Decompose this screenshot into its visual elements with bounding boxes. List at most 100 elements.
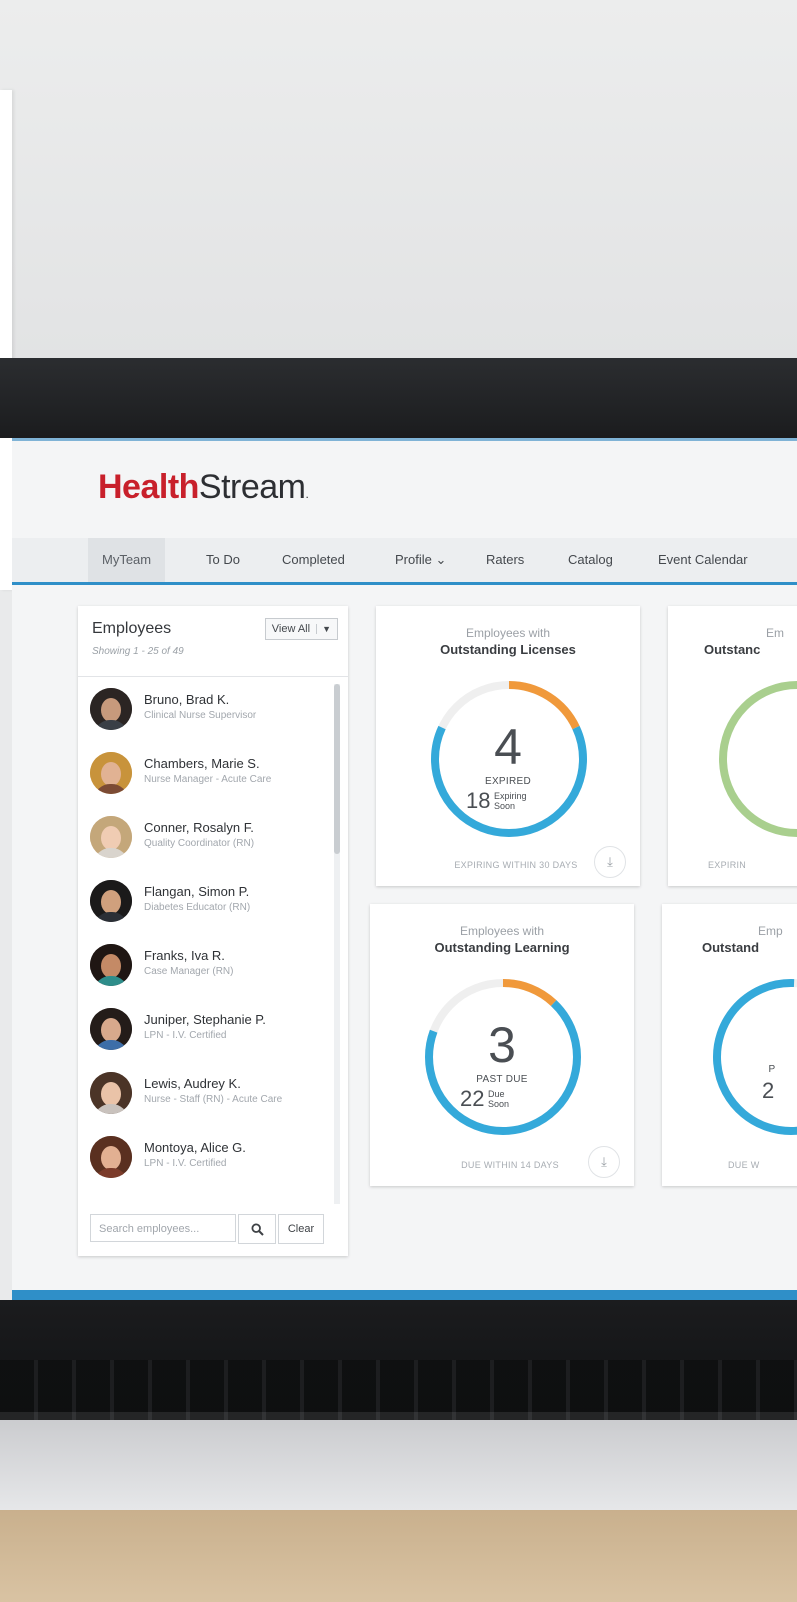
employee-title: LPN - I.V. Certified <box>144 1030 227 1041</box>
avatar-body <box>94 1168 128 1178</box>
card-title: Outstanc <box>704 642 761 657</box>
employee-row[interactable]: Conner, Rosalyn F. Quality Coordinator (… <box>78 810 330 874</box>
search-employees-input[interactable]: Search employees... <box>90 1214 236 1242</box>
avatar <box>90 816 132 858</box>
avatar-body <box>94 848 128 858</box>
brand-logo-primary: Health <box>98 468 199 506</box>
avatar <box>90 1072 132 1114</box>
nav-tab-todo[interactable]: To Do <box>206 538 240 582</box>
scrollbar-thumb[interactable] <box>334 684 340 854</box>
employee-title: Case Manager (RN) <box>144 966 234 977</box>
card-subtitle: Em <box>766 626 784 640</box>
past-due-count: 3 <box>488 1017 516 1073</box>
employees-heading: Employees <box>92 620 172 637</box>
avatar-face <box>101 698 121 722</box>
card-title: Outstand <box>702 940 760 955</box>
employee-title: Nurse - Staff (RN) - Acute Care <box>144 1094 283 1105</box>
employee-name: Flangan, Simon P. <box>144 884 250 899</box>
nav-tab-raters[interactable]: Raters <box>486 538 524 582</box>
brand-logo-mark: . <box>305 487 309 501</box>
employee-row[interactable]: Montoya, Alice G. LPN - I.V. Certified <box>78 1130 330 1194</box>
learning-card: Employees with Outstanding Learning 3 PA… <box>370 904 634 1186</box>
employee-title: Quality Coordinator (RN) <box>144 838 255 849</box>
download-button[interactable]: ⤓ <box>588 1146 620 1178</box>
employee-name: Montoya, Alice G. <box>144 1140 246 1155</box>
avatar-face <box>101 954 121 978</box>
employees-panel: Employees Showing 1 - 25 of 49 View All ▼… <box>78 606 348 1256</box>
avatar-body <box>94 912 128 922</box>
wooden-table <box>0 1510 797 1602</box>
employee-row[interactable]: Bruno, Brad K. Clinical Nurse Supervisor <box>78 682 330 746</box>
employee-list: Bruno, Brad K. Clinical Nurse Supervisor… <box>78 682 330 1202</box>
employee-row[interactable]: Franks, Iva R. Case Manager (RN) <box>78 938 330 1002</box>
clear-button[interactable]: Clear <box>278 1214 324 1244</box>
avatar-body <box>94 1104 128 1114</box>
partial-card-1: Em Outstanc EXPIRIN <box>668 606 797 886</box>
background-panel <box>0 90 12 590</box>
ring-blue-segment <box>713 979 797 1135</box>
employee-name: Bruno, Brad K. <box>144 692 230 707</box>
ring-track <box>713 979 797 1135</box>
expiring-count: 18 <box>466 788 491 813</box>
employee-name: Lewis, Audrey K. <box>144 1076 241 1091</box>
bottom-accent-bar <box>12 1290 797 1300</box>
nav-tab-myteam[interactable]: MyTeam <box>88 538 166 582</box>
card-footer: DUE WITHIN 14 DAYS <box>461 1160 559 1170</box>
main-nav: MyTeam To Do Completed Profile ⌄ Raters … <box>12 538 797 585</box>
avatar <box>90 688 132 730</box>
card-footer: DUE W <box>728 1160 760 1170</box>
avatar-face <box>101 1082 121 1106</box>
expiring-label-2: Soon <box>494 801 516 811</box>
expiring-label: Expiring <box>494 791 527 801</box>
avatar-face <box>101 1146 121 1170</box>
avatar <box>90 1008 132 1050</box>
avatar <box>90 1136 132 1178</box>
due-soon-count: 22 <box>460 1086 485 1111</box>
partial-ring-chart <box>713 979 797 1135</box>
laptop-bezel <box>0 358 797 438</box>
avatar-face <box>101 826 121 850</box>
card-subtitle: Employees with <box>465 626 551 640</box>
card-title: Outstanding Learning <box>434 940 570 955</box>
expired-label: EXPIRED <box>484 776 531 787</box>
partial-card-2: Emp Outstand P 2 DUE W <box>662 904 797 1186</box>
employee-title: LPN - I.V. Certified <box>144 1158 227 1169</box>
licenses-card: Employees with Outstanding Licenses 4 EX… <box>376 606 640 886</box>
card-footer: EXPIRING WITHIN 30 DAYS <box>454 860 578 870</box>
card-subtitle: Employees with <box>459 924 545 938</box>
employee-row[interactable]: Flangan, Simon P. Diabetes Educator (RN) <box>78 874 330 938</box>
nav-tab-event-calendar[interactable]: Event Calendar <box>658 538 748 582</box>
employee-row[interactable]: Chambers, Marie S. Nurse Manager - Acute… <box>78 746 330 810</box>
employee-name: Chambers, Marie S. <box>144 756 260 771</box>
card-title: Outstanding Licenses <box>440 642 576 657</box>
employee-title: Clinical Nurse Supervisor <box>144 710 257 721</box>
ring-green-segment <box>719 681 797 837</box>
nav-tab-profile[interactable]: Profile ⌄ <box>395 538 446 582</box>
search-button[interactable] <box>238 1214 276 1244</box>
avatar-face <box>101 890 121 914</box>
partial-secondary-value: 2 <box>762 1078 775 1103</box>
keyboard <box>0 1360 797 1420</box>
employee-list-scrollbar[interactable] <box>334 684 340 1204</box>
divider <box>78 676 348 677</box>
download-button[interactable]: ⤓ <box>594 846 626 878</box>
caret-down-icon: ▼ <box>316 624 331 634</box>
employee-title: Nurse Manager - Acute Care <box>144 774 272 785</box>
employee-title: Diabetes Educator (RN) <box>144 902 251 913</box>
nav-tab-completed[interactable]: Completed <box>282 538 345 582</box>
employee-row[interactable]: Juniper, Stephanie P. LPN - I.V. Certifi… <box>78 1002 330 1066</box>
view-all-label: View All <box>271 623 311 635</box>
download-icon: ⤓ <box>607 854 613 869</box>
partial-main-label: P <box>768 1064 776 1075</box>
employee-name: Juniper, Stephanie P. <box>144 1012 266 1027</box>
card-subtitle: Emp <box>758 924 783 938</box>
avatar <box>90 880 132 922</box>
partial-ring-chart <box>719 681 797 837</box>
nav-tab-catalog[interactable]: Catalog <box>568 538 613 582</box>
view-all-dropdown[interactable]: View All ▼ <box>264 618 338 640</box>
expired-count: 4 <box>494 719 522 775</box>
search-icon <box>250 1223 264 1236</box>
employee-row[interactable]: Lewis, Audrey K. Nurse - Staff (RN) - Ac… <box>78 1066 330 1130</box>
avatar-body <box>94 976 128 986</box>
avatar-face <box>101 1018 121 1042</box>
